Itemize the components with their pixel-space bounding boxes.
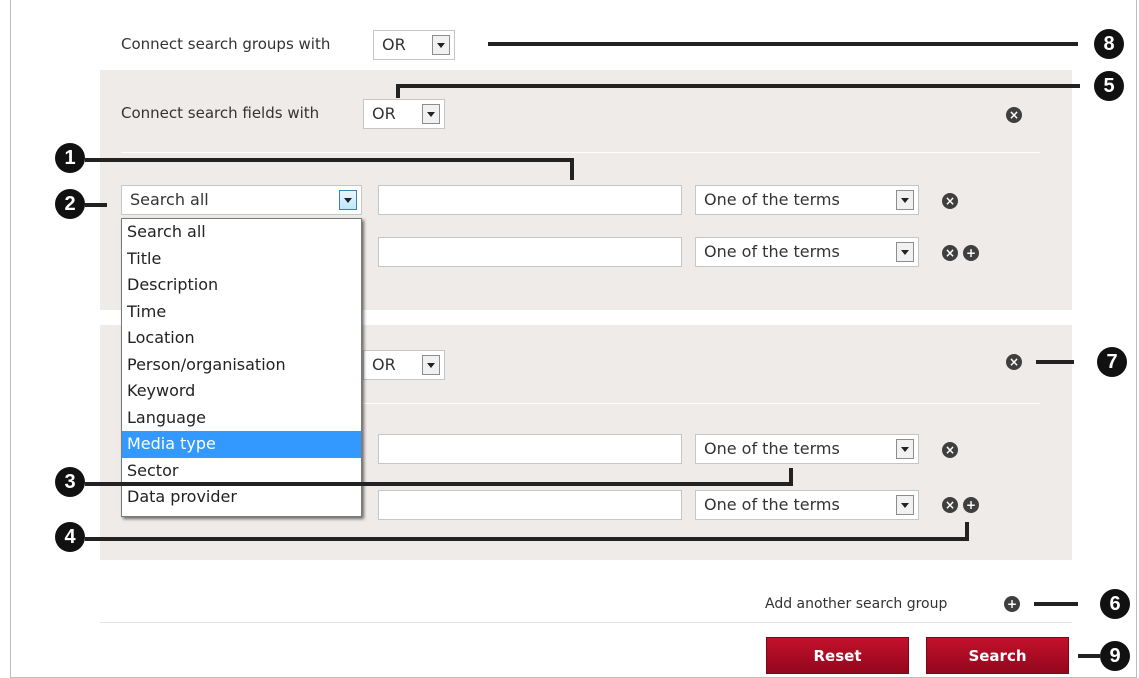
search-button[interactable]: Search [926,637,1069,674]
match-type-select[interactable]: One of the terms [695,185,919,215]
chevron-down-icon[interactable] [896,439,914,459]
remove-group-icon[interactable]: × [1006,107,1022,123]
connect-groups-value: OR [382,35,406,54]
search-term-input[interactable] [378,490,682,520]
callout-line-2 [85,203,107,207]
callout-badge-7: 7 [1097,347,1127,377]
search-term-input[interactable] [378,237,682,267]
callout-badge-1: 1 [55,143,85,173]
callout-line-5-drop [396,84,400,98]
connect-fields-value: OR [372,355,396,374]
callout-line-5 [398,84,1080,88]
field-select-value: Search all [130,190,209,209]
footer-divider [100,622,1072,623]
callout-line-3-rise [789,468,793,486]
connect-fields-value: OR [372,104,396,123]
chevron-down-icon[interactable] [422,104,440,124]
connect-fields-select[interactable]: OR [363,350,445,380]
callout-line-9 [1078,654,1100,658]
dropdown-option[interactable]: Time [122,299,361,326]
match-type-value: One of the terms [704,190,840,209]
chevron-down-icon[interactable] [422,355,440,375]
dropdown-option[interactable]: Keyword [122,378,361,405]
match-type-select[interactable]: One of the terms [695,490,919,520]
callout-badge-2: 2 [55,189,85,219]
group-divider [121,152,1040,153]
connect-fields-label: Connect search fields with [121,104,320,122]
field-dropdown-list: Search all Title Description Time Locati… [121,218,362,517]
connect-groups-label: Connect search groups with [121,35,331,53]
remove-field-icon[interactable]: × [942,442,958,458]
callout-badge-6: 6 [1100,589,1130,619]
match-type-select[interactable]: One of the terms [695,434,919,464]
callout-line-7 [1036,360,1074,364]
connect-groups-select[interactable]: OR [373,30,455,60]
callout-line-4 [85,537,969,541]
add-field-icon[interactable]: + [963,245,979,261]
callout-line-6 [1034,602,1078,606]
dropdown-option-selected[interactable]: Media type [122,431,361,458]
callout-badge-4: 4 [55,522,85,552]
add-group-label[interactable]: Add another search group [765,596,947,612]
callout-line-8 [488,42,1078,46]
chevron-down-icon[interactable] [896,242,914,262]
callout-line-1-drop [570,158,574,180]
field-select[interactable]: Search all [121,185,362,215]
reset-button[interactable]: Reset [766,637,909,674]
callout-line-4-rise [965,522,969,541]
dropdown-option[interactable]: Data provider [122,484,361,511]
callout-badge-3: 3 [55,467,85,497]
remove-group-icon[interactable]: × [1006,354,1022,370]
dropdown-option[interactable]: Location [122,325,361,352]
dropdown-option[interactable]: Sector [122,458,361,485]
match-type-select[interactable]: One of the terms [695,237,919,267]
search-term-input[interactable] [378,434,682,464]
callout-badge-9: 9 [1100,641,1130,671]
connect-fields-select[interactable]: OR [363,99,445,129]
dropdown-option[interactable]: Title [122,246,361,273]
add-group-icon[interactable]: + [1004,596,1020,612]
match-type-value: One of the terms [704,242,840,261]
callout-line-3 [85,482,793,486]
add-field-icon[interactable]: + [963,497,979,513]
chevron-down-icon[interactable] [432,35,450,55]
chevron-down-icon[interactable] [896,190,914,210]
callout-badge-5: 5 [1094,71,1124,101]
dropdown-option[interactable]: Person/organisation [122,352,361,379]
remove-field-icon[interactable]: × [942,497,958,513]
remove-field-icon[interactable]: × [942,193,958,209]
match-type-value: One of the terms [704,495,840,514]
dropdown-option[interactable]: Search all [122,219,361,246]
callout-line-1 [85,158,572,162]
remove-field-icon[interactable]: × [942,245,958,261]
chevron-down-icon[interactable] [339,190,357,210]
callout-badge-8: 8 [1094,29,1124,59]
match-type-value: One of the terms [704,439,840,458]
dropdown-option[interactable]: Language [122,405,361,432]
dropdown-option[interactable]: Description [122,272,361,299]
chevron-down-icon[interactable] [896,495,914,515]
search-term-input[interactable] [378,185,682,215]
